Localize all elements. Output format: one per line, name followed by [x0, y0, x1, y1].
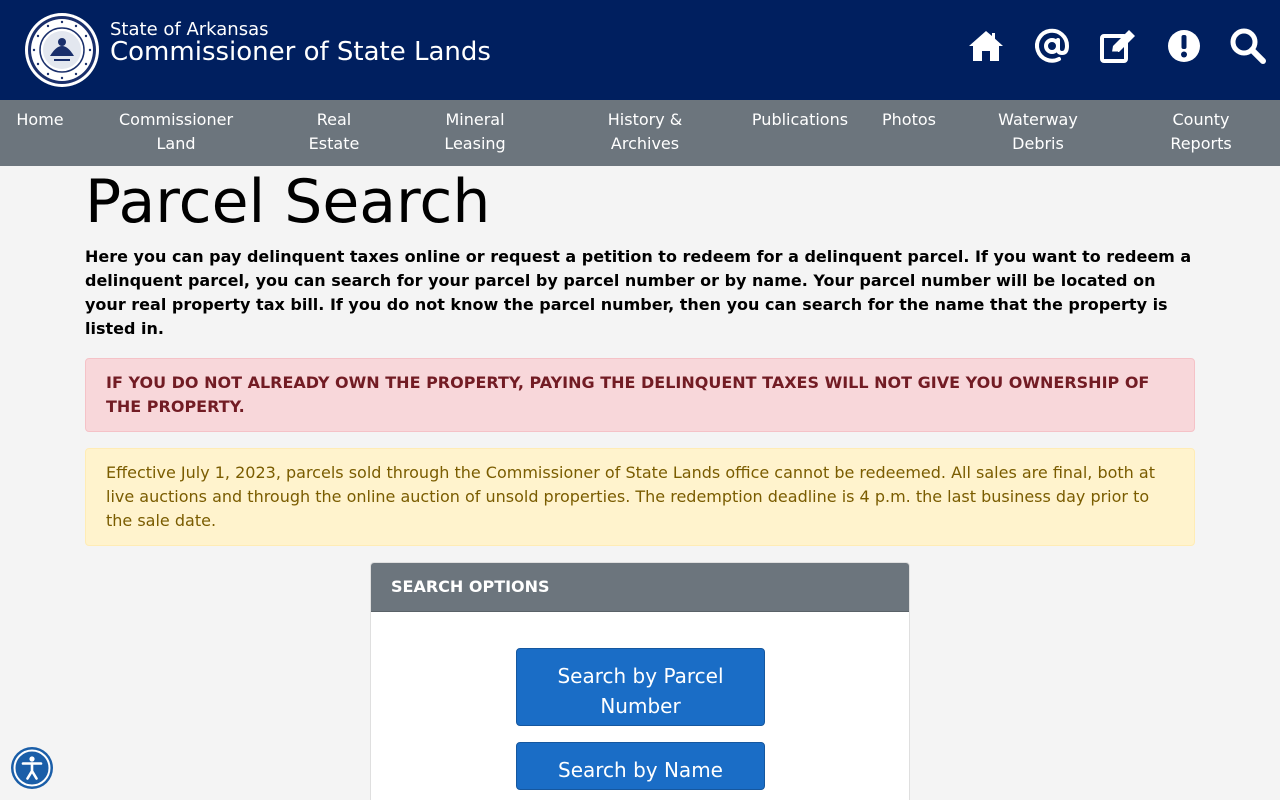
search-by-name-button[interactable]: Search by Name: [516, 742, 765, 790]
nav-item-commissioner-land[interactable]: Commissioner Land: [119, 108, 233, 156]
home-icon[interactable]: [966, 26, 1006, 66]
nav-item-real-estate[interactable]: Real Estate: [309, 108, 360, 156]
nav-item-history-archives[interactable]: History & Archives: [608, 108, 682, 156]
main-nav: Home Commissioner Land Real Estate Miner…: [0, 100, 1280, 166]
alert-icon[interactable]: [1164, 26, 1204, 66]
ownership-warning-text: IF YOU DO NOT ALREADY OWN THE PROPERTY, …: [106, 373, 1150, 416]
edit-icon[interactable]: [1098, 26, 1138, 66]
redemption-notice-alert: Effective July 1, 2023, parcels sold thr…: [85, 448, 1195, 546]
accessibility-icon[interactable]: [10, 746, 54, 790]
search-options-header: SEARCH OPTIONS: [371, 563, 909, 612]
state-seal-logo[interactable]: [24, 12, 100, 88]
nav-item-photos[interactable]: Photos: [882, 108, 936, 132]
page-title: Parcel Search: [85, 167, 491, 237]
nav-item-mineral-leasing[interactable]: Mineral Leasing: [444, 108, 505, 156]
nav-item-home[interactable]: Home: [16, 108, 63, 132]
email-at-icon[interactable]: [1032, 26, 1072, 66]
nav-item-waterway-debris[interactable]: Waterway Debris: [998, 108, 1078, 156]
search-options-card: SEARCH OPTIONS Search by Parcel Number S…: [370, 562, 910, 800]
ownership-warning-alert: IF YOU DO NOT ALREADY OWN THE PROPERTY, …: [85, 358, 1195, 432]
redemption-notice-text: Effective July 1, 2023, parcels sold thr…: [106, 463, 1155, 530]
search-icon[interactable]: [1228, 26, 1268, 66]
nav-item-county-reports[interactable]: County Reports: [1170, 108, 1231, 156]
site-header: State of Arkansas Commissioner of State …: [0, 0, 1280, 100]
search-by-parcel-button[interactable]: Search by Parcel Number: [516, 648, 765, 726]
nav-item-publications[interactable]: Publications: [752, 108, 848, 132]
intro-text: Here you can pay delinquent taxes online…: [85, 247, 1192, 338]
org-title[interactable]: Commissioner of State Lands: [110, 37, 491, 67]
